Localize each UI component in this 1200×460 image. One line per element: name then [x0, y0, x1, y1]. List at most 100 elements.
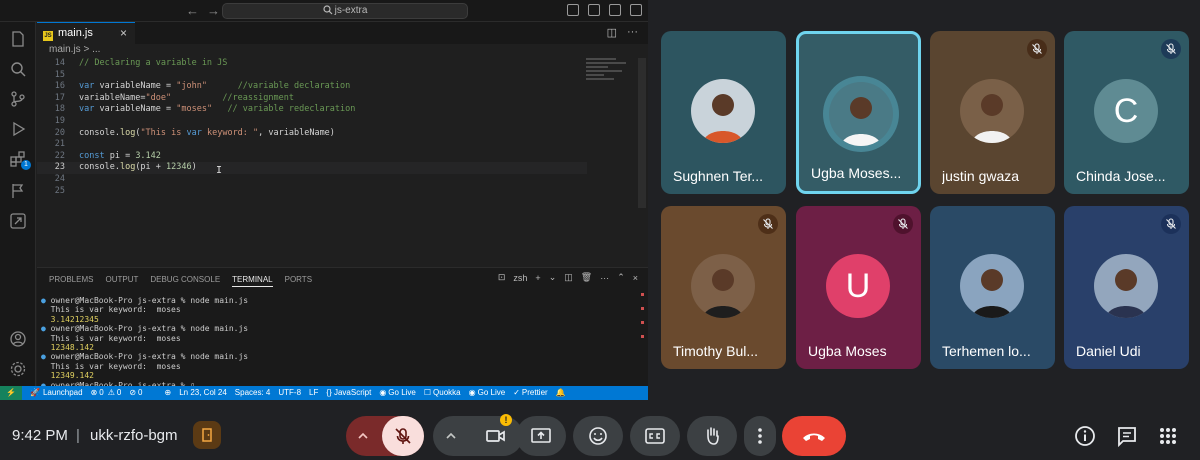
- close-icon[interactable]: ×: [120, 23, 127, 43]
- code-line[interactable]: 15: [37, 70, 587, 82]
- notifications-bell-icon[interactable]: 🔔: [556, 386, 566, 400]
- activities-grid-icon[interactable]: [1156, 424, 1180, 448]
- split-editor-icon[interactable]: ◫: [607, 26, 617, 39]
- prettier-button[interactable]: Prettier: [522, 386, 548, 400]
- toggle-secondary-sidebar-icon[interactable]: [609, 4, 621, 16]
- participant-tile[interactable]: C Chinda Jose...: [1064, 31, 1189, 194]
- code-line[interactable]: 23 console.log(pi + 12346): [37, 162, 587, 174]
- breadcrumb[interactable]: main.js > ...: [37, 44, 648, 58]
- code-line[interactable]: 20 console.log("This is var keyword: ", v…: [37, 128, 587, 140]
- code-line[interactable]: 21: [37, 139, 587, 151]
- warnings-icon: ⚠: [107, 388, 115, 397]
- new-terminal-icon[interactable]: +: [535, 273, 540, 283]
- command-center-search[interactable]: js-extra: [222, 3, 468, 19]
- customize-layout-icon[interactable]: [630, 4, 642, 16]
- leave-call-button[interactable]: [782, 416, 846, 456]
- tab-problems[interactable]: PROBLEMS: [49, 275, 93, 287]
- cursor-position[interactable]: Ln 23, Col 24: [179, 386, 227, 400]
- tab-debug-console[interactable]: DEBUG CONSOLE: [150, 275, 220, 287]
- end-of-line[interactable]: LF: [309, 386, 318, 400]
- code-line[interactable]: 17 variableName="doe" //reassignment: [37, 93, 587, 105]
- line-number: 25: [54, 185, 65, 196]
- language-mode[interactable]: {} JavaScript: [326, 386, 371, 400]
- participant-tile[interactable]: Sughnen Ter...: [661, 31, 786, 194]
- forward-arrow-icon[interactable]: →: [207, 3, 220, 18]
- avatar: C: [1094, 79, 1158, 143]
- run-debug-icon[interactable]: [9, 120, 27, 138]
- terminal-line-text: This is var keyword: moses: [50, 361, 181, 371]
- tab-terminal[interactable]: TERMINAL: [232, 275, 273, 287]
- mic-options-chevron-icon[interactable]: [346, 416, 380, 456]
- flag-icon[interactable]: [9, 182, 27, 200]
- toggle-sidebar-icon[interactable]: [567, 4, 579, 16]
- code-line[interactable]: 25: [37, 186, 587, 198]
- vscode-window: ← → js-extra 1 JS main.js × ◫ ··· main.j…: [0, 0, 648, 400]
- line-number: 14: [54, 58, 65, 68]
- raise-hand-button[interactable]: [687, 416, 737, 456]
- warnings-count[interactable]: 0: [117, 386, 121, 400]
- present-screen-button[interactable]: [516, 416, 566, 456]
- meeting-details-icon[interactable]: [1073, 424, 1097, 448]
- prompt-dot-icon: ●: [41, 352, 51, 362]
- errors-count[interactable]: 0: [99, 386, 103, 400]
- code-line[interactable]: 18 var variableName = "moses" // variable…: [37, 104, 587, 116]
- close-panel-icon[interactable]: ×: [633, 273, 638, 283]
- code-line[interactable]: 14 // Declaring a variable in JS: [37, 58, 587, 70]
- indentation[interactable]: Spaces: 4: [235, 386, 271, 400]
- explorer-icon[interactable]: [9, 30, 27, 48]
- maximize-panel-icon[interactable]: ⌃: [617, 272, 625, 283]
- account-icon[interactable]: [9, 330, 27, 348]
- participant-tile[interactable]: justin gwaza: [930, 31, 1055, 194]
- participant-tile[interactable]: Daniel Udi: [1064, 206, 1189, 369]
- tab-output[interactable]: OUTPUT: [105, 275, 138, 287]
- encoding[interactable]: UTF-8: [278, 386, 301, 400]
- activity-bar: 1: [0, 22, 36, 386]
- tab-ports[interactable]: PORTS: [285, 275, 312, 287]
- more-options-button[interactable]: [744, 416, 776, 456]
- source-control-icon[interactable]: [9, 90, 27, 108]
- mic-off-button[interactable]: [382, 416, 424, 456]
- participant-tile[interactable]: Timothy Bul...: [661, 206, 786, 369]
- go-live-button-2[interactable]: Go Live: [478, 386, 506, 400]
- tab-main-js[interactable]: JS main.js ×: [37, 22, 135, 44]
- raise-hand-icon: [707, 427, 719, 445]
- chat-icon[interactable]: [1115, 424, 1139, 448]
- split-terminal-icon[interactable]: ◫: [564, 272, 573, 283]
- terminal-shell-label[interactable]: zsh: [513, 273, 527, 283]
- more-actions-icon[interactable]: ···: [600, 273, 609, 283]
- trash-icon[interactable]: 🗑: [581, 272, 592, 283]
- code-line[interactable]: 16 var variableName = "john" //variable d…: [37, 81, 587, 93]
- zoom-icon[interactable]: ⊕: [165, 386, 172, 400]
- settings-gear-icon[interactable]: [9, 360, 27, 378]
- chevron-down-icon[interactable]: ⌄: [549, 272, 557, 283]
- search-icon[interactable]: [9, 60, 27, 78]
- code-line[interactable]: 19: [37, 116, 587, 128]
- launchpad-label[interactable]: Launchpad: [43, 386, 83, 400]
- code-line[interactable]: 22 const pi = 3.142: [37, 151, 587, 163]
- meeting-door-icon[interactable]: [193, 421, 221, 449]
- terminal-output[interactable]: ● owner@MacBook-Pro js-extra % node main…: [41, 296, 631, 390]
- terminal-line: This is var keyword: moses: [41, 362, 631, 371]
- remote-indicator-icon[interactable]: ⚡: [0, 386, 22, 400]
- minimap[interactable]: [586, 58, 632, 98]
- closed-captions-icon: [645, 428, 665, 444]
- participant-tile[interactable]: Terhemen lo...: [930, 206, 1055, 369]
- participant-tile[interactable]: Ugba Moses...: [796, 31, 921, 194]
- editor-scrollbar[interactable]: [638, 58, 646, 208]
- ports-count[interactable]: 0: [138, 386, 142, 400]
- quokka-button[interactable]: Quokka: [433, 386, 461, 400]
- back-arrow-icon[interactable]: ←: [186, 3, 199, 18]
- remote-explorer-icon[interactable]: [9, 212, 27, 230]
- code-line[interactable]: 24: [37, 174, 587, 186]
- camera-options-chevron-icon[interactable]: [433, 416, 469, 456]
- reactions-button[interactable]: [573, 416, 623, 456]
- terminal-icon: ⊡: [497, 272, 506, 282]
- toggle-panel-icon[interactable]: [588, 4, 600, 16]
- prompt-dot-icon: ●: [41, 296, 51, 305]
- captions-button[interactable]: [630, 416, 680, 456]
- camera-button[interactable]: [469, 416, 523, 456]
- go-live-button[interactable]: Go Live: [388, 386, 416, 400]
- more-actions-icon[interactable]: ···: [627, 26, 638, 39]
- participant-tile[interactable]: U Ugba Moses: [796, 206, 921, 369]
- code-editor[interactable]: 14 // Declaring a variable in JS 15 16 var v…: [37, 58, 648, 266]
